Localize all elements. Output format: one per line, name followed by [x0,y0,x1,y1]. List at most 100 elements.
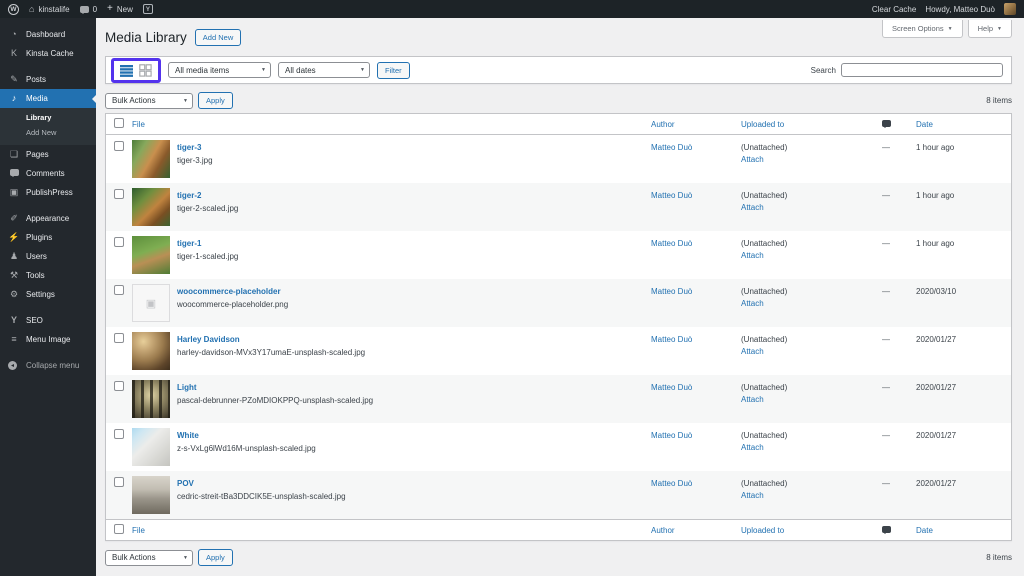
comments-column-icon[interactable] [882,119,891,128]
sidebar-item-tools[interactable]: ⚒ Tools [0,266,96,285]
column-header-author[interactable]: Author [651,526,675,535]
attach-link[interactable]: Attach [741,299,871,308]
media-title-link[interactable]: POV [177,479,346,488]
sidebar-item-settings[interactable]: ⚙ Settings [0,285,96,304]
column-header-author[interactable]: Author [651,120,675,129]
search-label: Search [810,65,836,75]
submenu-item-library[interactable]: Library [0,110,96,125]
appearance-icon: ✐ [10,213,18,223]
comments-menu-item[interactable]: 0 [79,5,97,14]
row-checkbox[interactable] [114,429,124,439]
collapse-menu-button[interactable]: ◂ Collapse menu [0,356,96,375]
help-button[interactable]: Help ▼ [967,20,1012,38]
sidebar-item-seo[interactable]: Y SEO [0,311,96,330]
new-menu-item[interactable]: + New [107,4,133,14]
row-checkbox[interactable] [114,477,124,487]
sidebar-item-users[interactable]: ♟ Users [0,247,96,266]
sidebar-item-posts[interactable]: ✎ Posts [0,70,96,89]
grid-view-button[interactable] [139,63,152,77]
author-link[interactable]: Matteo Duò [651,479,692,488]
sidebar-item-label: Pages [26,150,49,159]
media-type-dropdown[interactable]: All media items ▼ [168,62,271,78]
filter-button[interactable]: Filter [377,61,410,79]
media-thumbnail[interactable] [132,140,170,178]
media-thumbnail[interactable] [132,188,170,226]
apply-button[interactable]: Apply [198,92,233,109]
sidebar-item-media[interactable]: ♪ Media [0,89,96,108]
clear-cache-button[interactable]: Clear Cache [872,5,916,14]
attach-link[interactable]: Attach [741,347,871,356]
media-title-link[interactable]: Harley Davidson [177,335,365,344]
dashboard-icon: ◔ [11,29,17,39]
bulk-actions-dropdown[interactable]: Bulk Actions ▼ [105,92,193,109]
media-title-link[interactable]: White [177,431,316,440]
attach-link[interactable]: Attach [741,443,871,452]
table-row: ▣ woocommerce-placeholder woocommerce-pl… [106,279,1011,327]
screen-options-button[interactable]: Screen Options ▼ [881,20,963,38]
sidebar-item-comments[interactable]: Comments [0,164,96,183]
sidebar-item-pages[interactable]: ❏ Pages [0,145,96,164]
row-checkbox[interactable] [114,285,124,295]
home-icon: ⌂ [29,4,35,14]
media-title-link[interactable]: woocommerce-placeholder [177,287,288,296]
add-new-button[interactable]: Add New [194,28,242,46]
attach-link[interactable]: Attach [741,491,871,500]
media-title-link[interactable]: tiger-1 [177,239,238,248]
author-link[interactable]: Matteo Duò [651,383,692,392]
media-thumbnail[interactable] [132,380,170,418]
author-link[interactable]: Matteo Duò [651,239,692,248]
column-header-uploaded-to[interactable]: Uploaded to [741,120,784,129]
submenu-item-add-new[interactable]: Add New [0,125,96,140]
sidebar-item-publishpress[interactable]: ▣ PublishPress [0,183,96,202]
author-link[interactable]: Matteo Duò [651,431,692,440]
sidebar-item-kinsta-cache[interactable]: K Kinsta Cache [0,44,96,63]
media-thumbnail[interactable] [132,236,170,274]
sidebar-item-plugins[interactable]: ⚡ Plugins [0,228,96,247]
user-avatar[interactable] [1004,3,1016,15]
author-link[interactable]: Matteo Duò [651,143,692,152]
users-icon: ♟ [9,251,19,261]
media-thumbnail[interactable] [132,332,170,370]
row-checkbox[interactable] [114,237,124,247]
sidebar-item-appearance[interactable]: ✐ Appearance [0,209,96,228]
site-menu-item[interactable]: ⌂ kinstalife [29,4,70,14]
date-filter-dropdown[interactable]: All dates ▼ [278,62,370,78]
column-header-file[interactable]: File [132,120,145,129]
column-header-date[interactable]: Date [916,526,933,535]
author-link[interactable]: Matteo Duò [651,335,692,344]
media-title-link[interactable]: tiger-3 [177,143,213,152]
attach-link[interactable]: Attach [741,395,871,404]
attach-link[interactable]: Attach [741,203,871,212]
comments-icon [8,169,20,178]
bulk-actions-dropdown[interactable]: Bulk Actions ▼ [105,549,193,566]
select-all-checkbox[interactable] [114,118,124,128]
media-thumbnail[interactable]: ▣ [132,284,170,322]
media-thumbnail[interactable] [132,428,170,466]
comments-bubble-icon [79,5,89,14]
author-link[interactable]: Matteo Duò [651,287,692,296]
apply-button[interactable]: Apply [198,549,233,566]
media-title-link[interactable]: Light [177,383,373,392]
sidebar-item-label: Settings [26,290,55,299]
column-header-date[interactable]: Date [916,120,933,129]
row-checkbox[interactable] [114,189,124,199]
wordpress-logo-icon[interactable]: W [8,3,19,15]
search-input[interactable] [841,63,1003,77]
row-checkbox[interactable] [114,141,124,151]
list-view-button[interactable] [120,64,133,77]
select-all-checkbox[interactable] [114,524,124,534]
howdy-menu-item[interactable]: Howdy, Matteo Duò [925,5,995,14]
row-checkbox[interactable] [114,381,124,391]
comments-column-icon[interactable] [882,525,891,534]
sidebar-item-menu-image[interactable]: ≡ Menu Image [0,330,96,349]
author-link[interactable]: Matteo Duò [651,191,692,200]
media-thumbnail[interactable] [132,476,170,514]
attach-link[interactable]: Attach [741,251,871,260]
sidebar-item-dashboard[interactable]: ◔ Dashboard [0,25,96,44]
media-title-link[interactable]: tiger-2 [177,191,238,200]
attach-link[interactable]: Attach [741,155,871,164]
row-checkbox[interactable] [114,333,124,343]
column-header-uploaded-to[interactable]: Uploaded to [741,526,784,535]
yoast-menu-item[interactable]: Y [142,4,153,14]
column-header-file[interactable]: File [132,526,145,535]
